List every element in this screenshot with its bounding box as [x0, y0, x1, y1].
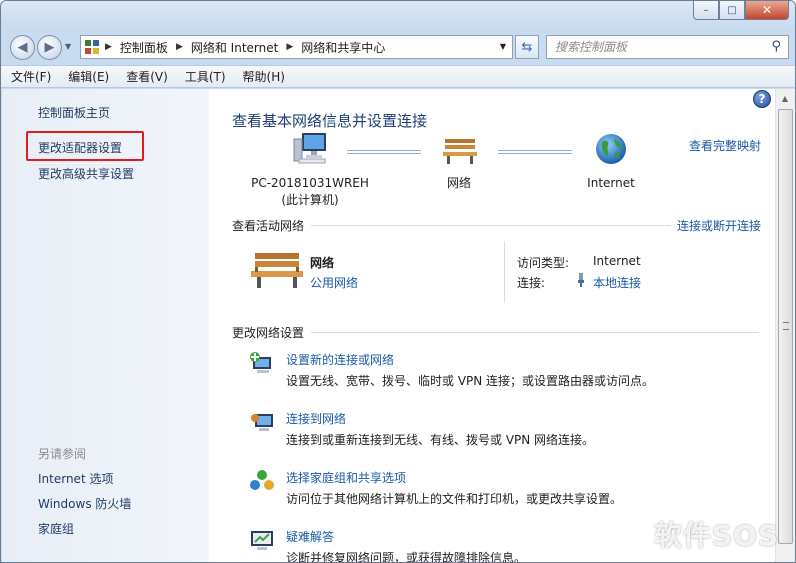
minimize-button[interactable]: –	[693, 1, 719, 20]
connection-line	[498, 150, 572, 154]
homegroup-sharing-desc: 访问位于其他网络计算机上的文件和打印机，或更改共享设置。	[286, 492, 623, 506]
title-bar: – □ ✕	[1, 1, 795, 31]
see-also-internet-options[interactable]: Internet 选项	[38, 470, 113, 487]
search-icon[interactable]: ⚲	[771, 39, 781, 54]
back-arrow-icon: ◀	[17, 40, 28, 55]
computer-sub-label: (此计算机)	[281, 193, 339, 207]
forward-button[interactable]: ▶	[37, 35, 62, 60]
back-button[interactable]: ◀	[10, 35, 35, 60]
menu-edit[interactable]: 编辑(E)	[68, 68, 109, 85]
connect-disconnect-link[interactable]: 连接或断开连接	[677, 217, 761, 234]
troubleshoot-link[interactable]: 疑难解答	[286, 528, 334, 545]
setup-connection-link[interactable]: 设置新的连接或网络	[286, 351, 394, 368]
sidebar-item-advanced-sharing[interactable]: 更改高级共享设置	[38, 165, 134, 182]
breadcrumb-control-panel[interactable]: 控制面板	[120, 39, 168, 56]
internet-node-label: Internet	[587, 176, 635, 190]
maximize-button[interactable]: □	[719, 1, 745, 20]
see-also-homegroup[interactable]: 家庭组	[38, 520, 74, 537]
breadcrumb-network-sharing-center[interactable]: 网络和共享中心	[301, 39, 385, 56]
globe-icon	[596, 134, 626, 164]
ethernet-icon	[578, 273, 584, 287]
watermark: 软件SOS	[653, 519, 779, 552]
homegroup-sharing-link[interactable]: 选择家庭组和共享选项	[286, 469, 406, 486]
scroll-thumb[interactable]	[778, 109, 793, 544]
bench-icon	[443, 139, 477, 164]
active-networks-heading: 查看活动网络	[232, 219, 305, 233]
see-also-windows-firewall[interactable]: Windows 防火墙	[38, 495, 131, 512]
menu-bar: 文件(F) 编辑(E) 查看(V) 工具(T) 帮助(H)	[1, 65, 795, 88]
new-connection-icon	[250, 352, 271, 373]
bench-icon-large	[251, 253, 303, 288]
refresh-icon: ⇆	[521, 39, 533, 55]
breadcrumb-separator[interactable]: ▶	[105, 42, 112, 52]
troubleshoot-icon	[251, 531, 273, 550]
vertical-scrollbar[interactable]: ▲	[775, 89, 795, 562]
breadcrumb-separator[interactable]: ▶	[176, 42, 183, 52]
divider	[311, 225, 671, 226]
connection-line	[347, 150, 421, 154]
main-content: ? 查看基本网络信息并设置连接 查看完整映射 PC-20181031WREH (…	[209, 89, 775, 563]
address-row: ◀ ▶ ▼ ▶ 控制面板 ▶ 网络和 Internet ▶ 网络和共享中心 ▼ …	[1, 31, 795, 63]
forward-arrow-icon: ▶	[44, 40, 55, 55]
homegroup-icon	[250, 470, 274, 490]
scroll-up-arrow-icon[interactable]: ▲	[776, 91, 794, 107]
troubleshoot-desc: 诊断并修复网络问题，或获得故障排除信息。	[286, 551, 527, 563]
menu-view[interactable]: 查看(V)	[126, 68, 168, 85]
grip-icon	[783, 322, 789, 330]
caption-buttons: – □ ✕	[693, 1, 789, 20]
setup-connection-desc: 设置无线、宽带、拨号、临时或 VPN 连接；或设置路由器或访问点。	[286, 374, 655, 388]
window: – □ ✕ ◀ ▶ ▼ ▶ 控制面板 ▶ 网络和 Internet ▶ 网络和共…	[0, 0, 796, 563]
help-icon[interactable]: ?	[753, 90, 771, 108]
divider	[311, 332, 759, 333]
active-network-name: 网络	[310, 256, 335, 270]
sidebar-item-control-panel-home[interactable]: 控制面板主页	[38, 104, 110, 121]
access-type-label: 访问类型:	[517, 256, 570, 270]
address-bar[interactable]: ▶ 控制面板 ▶ 网络和 Internet ▶ 网络和共享中心 ▼	[80, 35, 513, 59]
connect-network-link[interactable]: 连接到网络	[286, 410, 346, 427]
see-full-map-link[interactable]: 查看完整映射	[689, 137, 761, 154]
refresh-button[interactable]: ⇆	[515, 35, 539, 59]
vertical-divider	[504, 241, 505, 303]
access-type-value: Internet	[593, 254, 641, 268]
page-title: 查看基本网络信息并设置连接	[232, 112, 428, 130]
connect-network-icon	[251, 414, 273, 431]
sidebar: 控制面板主页 更改适配器设置 更改高级共享设置 另请参阅 Internet 选项…	[2, 89, 209, 562]
menu-file[interactable]: 文件(F)	[11, 68, 51, 85]
search-input[interactable]	[555, 40, 755, 54]
sidebar-item-change-adapter-settings[interactable]: 更改适配器设置	[38, 139, 122, 156]
network-node-label: 网络	[446, 176, 471, 190]
computer-name: PC-20181031WREH	[251, 176, 369, 190]
breadcrumb-separator[interactable]: ▶	[286, 42, 293, 52]
menu-help[interactable]: 帮助(H)	[243, 68, 285, 85]
address-dropdown-icon[interactable]: ▼	[500, 42, 506, 51]
control-panel-icon	[85, 40, 99, 54]
menu-tools[interactable]: 工具(T)	[185, 68, 226, 85]
network-type-link[interactable]: 公用网络	[310, 274, 358, 291]
breadcrumb-network-internet[interactable]: 网络和 Internet	[191, 39, 278, 56]
local-connection-link[interactable]: 本地连接	[593, 274, 641, 291]
search-box[interactable]: ⚲	[546, 35, 789, 59]
computer-icon	[293, 133, 326, 164]
see-also-heading: 另请参阅	[38, 447, 87, 461]
connections-label: 连接:	[517, 276, 546, 290]
change-settings-heading: 更改网络设置	[232, 326, 305, 340]
recent-pages-dropdown[interactable]: ▼	[65, 42, 71, 51]
connect-network-desc: 连接到或重新连接到无线、有线、拨号或 VPN 网络连接。	[286, 433, 595, 447]
close-button[interactable]: ✕	[745, 1, 789, 20]
